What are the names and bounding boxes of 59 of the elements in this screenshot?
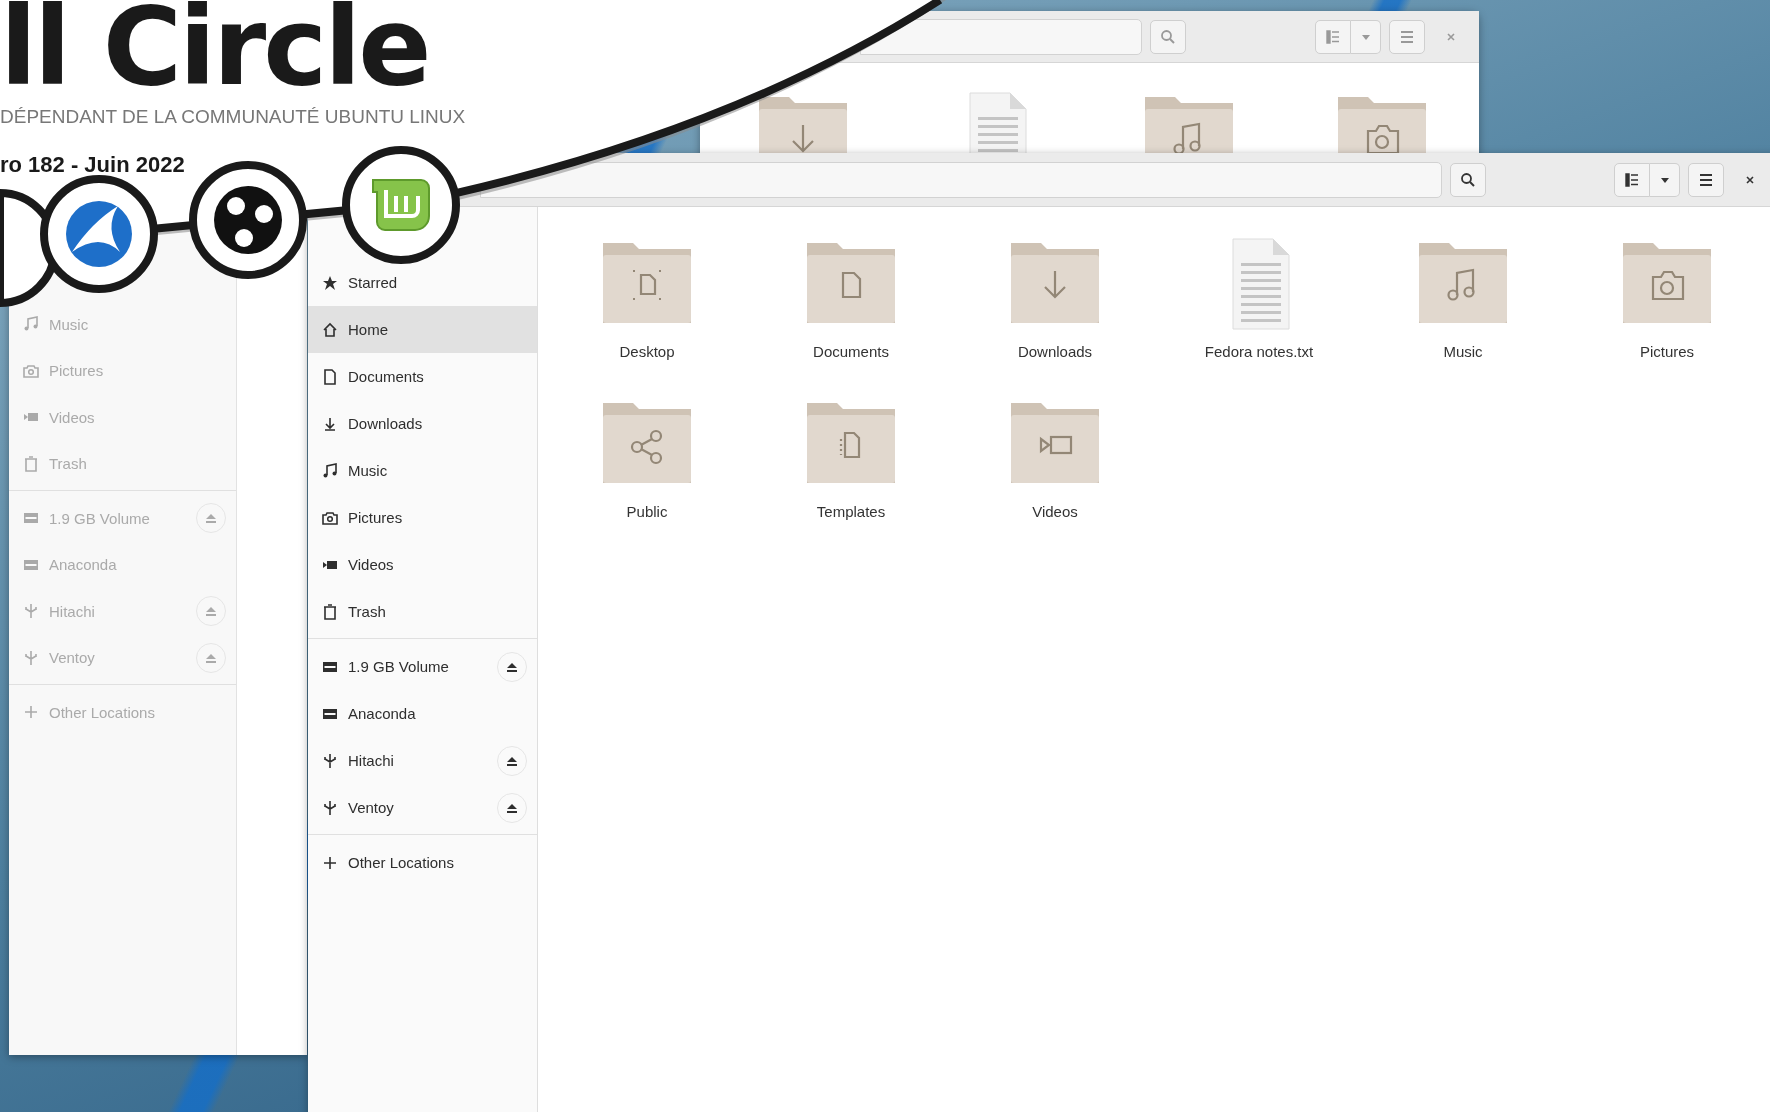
download-arrow-icon bbox=[322, 415, 338, 432]
sidebar-item[interactable]: Pictures bbox=[308, 494, 537, 541]
eject-icon bbox=[205, 512, 217, 525]
file-item[interactable]: Public bbox=[545, 395, 749, 555]
usb-icon bbox=[322, 799, 338, 816]
sidebar-item[interactable]: Ventoy bbox=[308, 784, 537, 831]
close-icon bbox=[1745, 174, 1755, 185]
usb-icon bbox=[322, 752, 338, 769]
music-note-icon bbox=[322, 462, 338, 479]
search-icon bbox=[1160, 28, 1176, 45]
camera-icon bbox=[23, 362, 39, 379]
plus-icon bbox=[322, 854, 338, 871]
menu-icon bbox=[1399, 28, 1415, 45]
sidebar-item[interactable]: Anaconda bbox=[308, 690, 537, 737]
trash-icon bbox=[23, 455, 39, 472]
camera-icon bbox=[322, 509, 338, 526]
file-item[interactable]: Templates bbox=[749, 395, 953, 555]
file-item[interactable]: Fedora notes.txt bbox=[1157, 235, 1361, 395]
magazine-title: ll Circle bbox=[0, 0, 429, 104]
usb-icon bbox=[23, 649, 39, 666]
menu-button[interactable] bbox=[1688, 162, 1724, 197]
sidebar-item[interactable]: Documents bbox=[308, 353, 537, 400]
star-icon bbox=[322, 274, 338, 291]
sidebar-item[interactable]: Other Locations bbox=[308, 839, 537, 886]
close-icon bbox=[1446, 31, 1456, 42]
eject-icon bbox=[506, 801, 518, 814]
trash-icon bbox=[322, 603, 338, 620]
plus-icon bbox=[23, 704, 39, 721]
file-item[interactable]: Videos bbox=[953, 395, 1157, 555]
file-item[interactable]: Documents bbox=[749, 235, 953, 395]
music-note-icon bbox=[23, 316, 39, 333]
sidebar-item[interactable]: Starred bbox=[308, 259, 537, 306]
path-bar[interactable] bbox=[480, 161, 1442, 198]
usb-icon bbox=[23, 603, 39, 620]
document-icon bbox=[322, 368, 338, 385]
sidebar-item[interactable]: Trash bbox=[308, 588, 537, 635]
sidebar-item[interactable]: Videos bbox=[308, 541, 537, 588]
file-item[interactable]: Pictures bbox=[1565, 235, 1769, 395]
search-button[interactable] bbox=[1450, 162, 1486, 197]
list-view-icon bbox=[1325, 28, 1341, 45]
sidebar-item[interactable]: Downloads bbox=[308, 400, 537, 447]
sidebar-item[interactable]: Music bbox=[308, 447, 537, 494]
eject-icon bbox=[205, 651, 217, 664]
home-icon bbox=[322, 321, 338, 338]
magazine-subtitle: DÉPENDANT DE LA COMMUNAUTÉ UBUNTU LINUX bbox=[0, 106, 466, 128]
sidebar-item[interactable]: Home bbox=[308, 306, 537, 353]
sidebar-item[interactable]: Hitachi bbox=[308, 737, 537, 784]
menu-icon bbox=[1698, 171, 1714, 188]
file-item[interactable]: Desktop bbox=[545, 235, 749, 395]
eject-icon bbox=[506, 660, 518, 673]
search-icon bbox=[1460, 171, 1476, 188]
issue-label: ro 182 - Juin 2022 bbox=[0, 152, 185, 178]
sidebar-item[interactable]: 1.9 GB Volume bbox=[308, 643, 537, 690]
file-item[interactable]: Downloads bbox=[953, 235, 1157, 395]
file-item[interactable]: Music bbox=[1361, 235, 1565, 395]
eject-icon bbox=[506, 754, 518, 767]
eject-icon bbox=[205, 605, 217, 618]
list-view-icon bbox=[1624, 171, 1640, 188]
view-button[interactable] bbox=[1614, 162, 1650, 197]
